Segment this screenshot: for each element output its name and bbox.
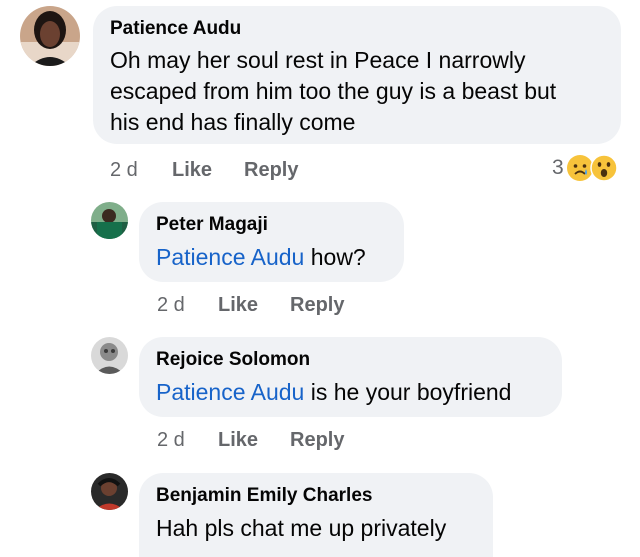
reaction-count: 3 — [552, 156, 564, 179]
reply-button[interactable]: Reply — [244, 158, 298, 182]
reply-button[interactable]: Reply — [290, 293, 344, 317]
reply-bubble: Benjamin Emily Charles Hah pls chat me u… — [139, 473, 493, 557]
comment-text-line: escaped from him too the guy is a beast … — [110, 78, 557, 104]
reply-text: Patience Audu how? — [156, 242, 387, 273]
reply-timestamp: 2 d — [157, 429, 185, 451]
reply-text: Hah pls chat me up privately — [156, 515, 447, 541]
avatar-benjamin-emily-charles[interactable] — [91, 473, 128, 510]
reply-bubble: Peter Magaji Patience Audu how? — [139, 202, 404, 282]
reply-author[interactable]: Benjamin Emily Charles — [156, 485, 476, 507]
reply-button[interactable]: Reply — [290, 428, 344, 452]
comment-text-line: Oh may her soul rest in Peace I narrowly — [110, 47, 526, 73]
reply-text-body: is he your boyfriend — [304, 379, 512, 405]
avatar-peter-magaji[interactable] — [91, 202, 128, 239]
reactions-summary[interactable]: 3 — [552, 153, 618, 183]
reply-text: Patience Audu is he your boyfriend — [156, 377, 545, 408]
avatar-rejoice-solomon[interactable] — [91, 337, 128, 374]
avatar-patience-audu[interactable] — [20, 6, 80, 66]
comment-author[interactable]: Patience Audu — [110, 18, 605, 40]
reply-actions: 2 d Like Reply — [0, 293, 640, 319]
mention-link[interactable]: Patience Audu — [156, 379, 304, 405]
like-button[interactable]: Like — [218, 428, 258, 452]
comment-actions: 2 d Like Reply — [0, 158, 640, 184]
mention-link[interactable]: Patience Audu — [156, 244, 304, 270]
reply-bubble: Rejoice Solomon Patience Audu is he your… — [139, 337, 562, 417]
like-button[interactable]: Like — [172, 158, 212, 182]
reply-text-body: how? — [304, 244, 366, 270]
reply-timestamp: 2 d — [157, 294, 185, 316]
wow-reaction-icon — [589, 154, 618, 182]
reply-actions: 2 d Like Reply — [0, 428, 640, 454]
reply-author[interactable]: Rejoice Solomon — [156, 349, 545, 371]
comment-text-line: his end has finally come — [110, 109, 356, 135]
comment-timestamp: 2 d — [110, 159, 138, 181]
reply-author[interactable]: Peter Magaji — [156, 214, 387, 236]
like-button[interactable]: Like — [218, 293, 258, 317]
comment-bubble: Patience Audu Oh may her soul rest in Pe… — [93, 6, 621, 144]
